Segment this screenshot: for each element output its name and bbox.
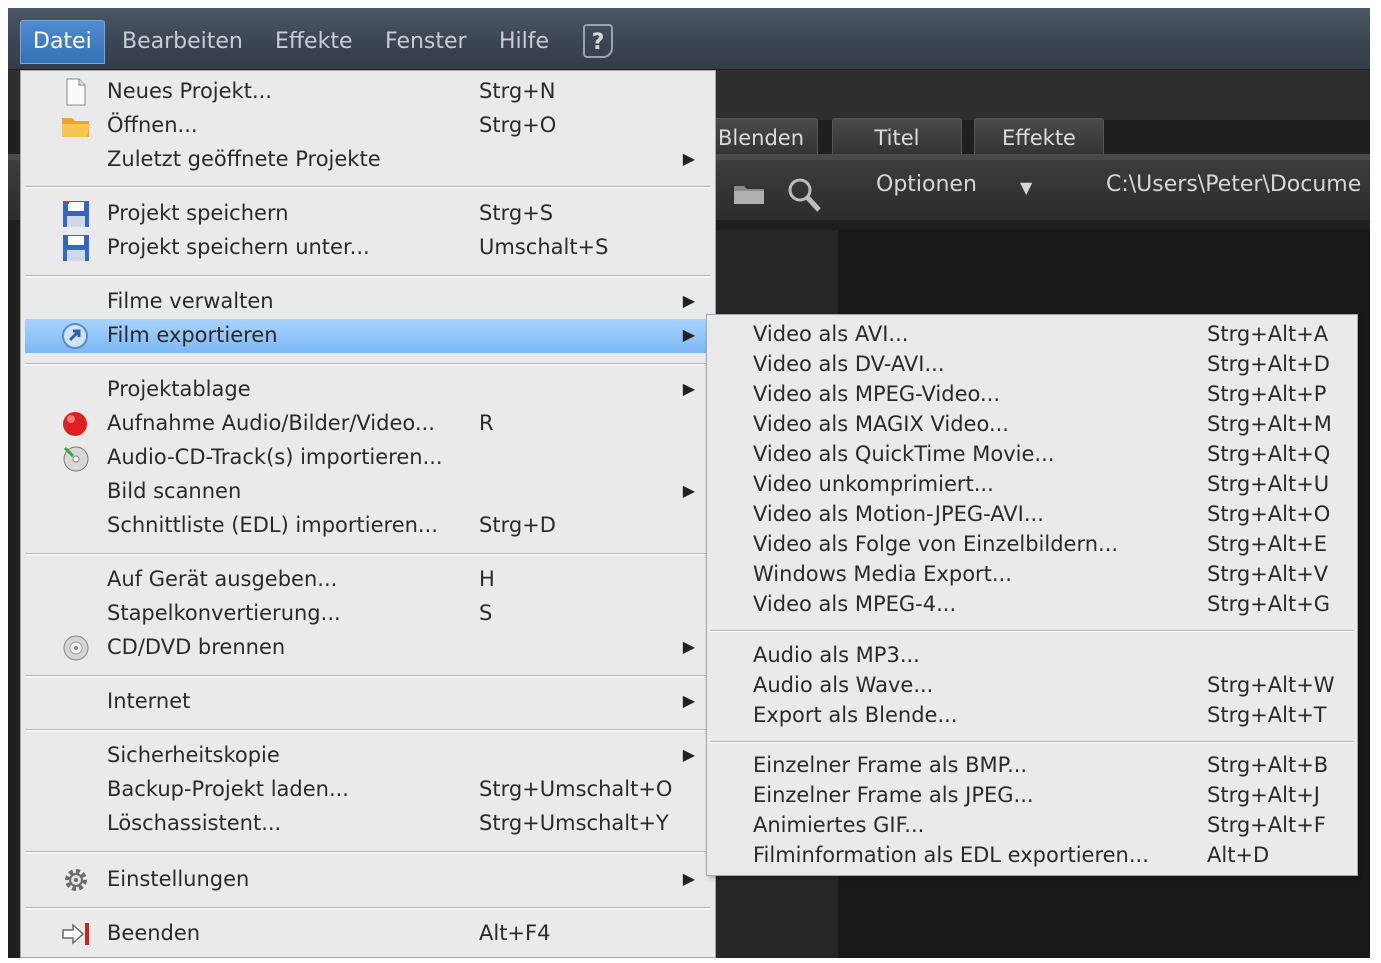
submenu-arrow-icon: ▶ bbox=[682, 869, 695, 888]
submenu-item-windows-media[interactable]: Windows Media Export... Strg+Alt+V bbox=[711, 560, 1353, 590]
menu-item-output-device[interactable]: Auf Gerät ausgeben... H bbox=[25, 563, 711, 597]
record-icon bbox=[61, 410, 91, 438]
exit-icon bbox=[61, 920, 91, 948]
new-document-icon bbox=[61, 78, 91, 106]
submenu-item-export-edl[interactable]: Filminformation als EDL exportieren... A… bbox=[711, 841, 1353, 871]
audio-cd-icon bbox=[61, 444, 91, 472]
menu-item-manage-films[interactable]: Filme verwalten ▶ bbox=[25, 285, 711, 319]
menu-item-save-as[interactable]: Projekt speichern unter... Umschalt+S bbox=[25, 231, 711, 265]
menu-item-scan-image[interactable]: Bild scannen ▶ bbox=[25, 475, 711, 509]
submenu-arrow-icon: ▶ bbox=[682, 481, 695, 500]
menu-separator bbox=[25, 363, 711, 365]
menu-separator bbox=[25, 275, 711, 277]
menu-separator bbox=[711, 741, 1353, 743]
menu-hilfe[interactable]: Hilfe bbox=[487, 20, 561, 64]
save-icon bbox=[61, 200, 91, 228]
submenu-item-export-transition[interactable]: Export als Blende... Strg+Alt+T bbox=[711, 701, 1353, 731]
submenu-item-video-motion-jpeg[interactable]: Video als Motion-JPEG-AVI... Strg+Alt+O bbox=[711, 500, 1353, 530]
tab-blenden[interactable]: Blenden bbox=[704, 118, 818, 156]
folder-icon bbox=[61, 112, 91, 140]
menu-separator bbox=[25, 186, 711, 188]
menu-item-save-project[interactable]: Projekt speichern Strg+S bbox=[25, 197, 711, 231]
submenu-item-frame-bmp[interactable]: Einzelner Frame als BMP... Strg+Alt+B bbox=[711, 751, 1353, 781]
menu-item-import-edl[interactable]: Schnittliste (EDL) importieren... Strg+D bbox=[25, 509, 711, 543]
menu-item-new-project[interactable]: Neues Projekt... Strg+N bbox=[25, 75, 711, 109]
options-button[interactable]: Optionen bbox=[876, 172, 977, 197]
submenu-arrow-icon: ▶ bbox=[682, 149, 695, 168]
submenu-item-video-quicktime[interactable]: Video als QuickTime Movie... Strg+Alt+Q bbox=[711, 440, 1353, 470]
menu-separator bbox=[711, 630, 1353, 632]
menu-separator bbox=[25, 675, 711, 677]
file-menu: Neues Projekt... Strg+N Öffnen... Strg+O… bbox=[20, 70, 716, 958]
submenu-arrow-icon: ▶ bbox=[682, 637, 695, 656]
menu-item-backup[interactable]: Sicherheitskopie ▶ bbox=[25, 739, 711, 773]
search-icon[interactable] bbox=[784, 174, 824, 214]
menu-item-open[interactable]: Öffnen... Strg+O bbox=[25, 109, 711, 143]
menu-item-exit[interactable]: Beenden Alt+F4 bbox=[25, 917, 711, 951]
submenu-arrow-icon: ▶ bbox=[682, 325, 695, 344]
menu-item-import-audio-cd[interactable]: Audio-CD-Track(s) importieren... bbox=[25, 441, 711, 475]
submenu-arrow-icon: ▶ bbox=[682, 691, 695, 710]
menu-separator bbox=[25, 907, 711, 909]
tab-titel[interactable]: Titel bbox=[832, 118, 962, 156]
export-submenu: Video als AVI... Strg+Alt+A Video als DV… bbox=[706, 314, 1358, 876]
submenu-item-video-mpeg4[interactable]: Video als MPEG-4... Strg+Alt+G bbox=[711, 590, 1353, 620]
save-as-icon bbox=[61, 234, 91, 262]
submenu-arrow-icon: ▶ bbox=[682, 745, 695, 764]
chevron-down-icon[interactable]: ▼ bbox=[1020, 178, 1032, 197]
menu-bearbeiten[interactable]: Bearbeiten bbox=[110, 20, 255, 64]
submenu-item-video-avi[interactable]: Video als AVI... Strg+Alt+A bbox=[711, 320, 1353, 350]
menu-item-export-film[interactable]: Film exportieren ▶ bbox=[25, 319, 711, 353]
submenu-item-video-uncompressed[interactable]: Video unkomprimiert... Strg+Alt+U bbox=[711, 470, 1353, 500]
submenu-item-frame-jpeg[interactable]: Einzelner Frame als JPEG... Strg+Alt+J bbox=[711, 781, 1353, 811]
menu-datei[interactable]: Datei bbox=[20, 20, 105, 64]
path-display: C:\Users\Peter\Docume bbox=[1106, 172, 1362, 197]
menu-item-record[interactable]: Aufnahme Audio/Bilder/Video... R bbox=[25, 407, 711, 441]
menu-item-batch-convert[interactable]: Stapelkonvertierung... S bbox=[25, 597, 711, 631]
submenu-item-video-image-sequence[interactable]: Video als Folge von Einzelbildern... Str… bbox=[711, 530, 1353, 560]
disc-icon bbox=[61, 634, 91, 662]
tab-effekte[interactable]: Effekte bbox=[974, 118, 1104, 156]
folder-icon[interactable] bbox=[732, 180, 766, 206]
menu-fenster[interactable]: Fenster bbox=[373, 20, 479, 64]
menu-item-internet[interactable]: Internet ▶ bbox=[25, 685, 711, 719]
submenu-arrow-icon: ▶ bbox=[682, 379, 695, 398]
menu-item-project-storage[interactable]: Projektablage ▶ bbox=[25, 373, 711, 407]
menu-item-burn-disc[interactable]: CD/DVD brennen ▶ bbox=[25, 631, 711, 665]
menu-separator bbox=[25, 729, 711, 731]
submenu-item-audio-wave[interactable]: Audio als Wave... Strg+Alt+W bbox=[711, 671, 1353, 701]
submenu-item-animated-gif[interactable]: Animiertes GIF... Strg+Alt+F bbox=[711, 811, 1353, 841]
menu-item-load-backup[interactable]: Backup-Projekt laden... Strg+Umschalt+O bbox=[25, 773, 711, 807]
menu-item-cleanup-wizard[interactable]: Löschassistent... Strg+Umschalt+Y bbox=[25, 807, 711, 841]
menu-item-recent-projects[interactable]: Zuletzt geöffnete Projekte ▶ bbox=[25, 143, 711, 177]
menu-effekte[interactable]: Effekte bbox=[263, 20, 365, 64]
submenu-item-video-dv-avi[interactable]: Video als DV-AVI... Strg+Alt+D bbox=[711, 350, 1353, 380]
menu-separator bbox=[25, 553, 711, 555]
menu-item-settings[interactable]: Einstellungen ▶ bbox=[25, 863, 711, 897]
menu-separator bbox=[25, 851, 711, 853]
submenu-item-video-magix[interactable]: Video als MAGIX Video... Strg+Alt+M bbox=[711, 410, 1353, 440]
submenu-item-audio-mp3[interactable]: Audio als MP3... bbox=[711, 641, 1353, 671]
export-icon bbox=[61, 322, 91, 350]
gear-icon bbox=[61, 866, 91, 894]
submenu-item-video-mpeg[interactable]: Video als MPEG-Video... Strg+Alt+P bbox=[711, 380, 1353, 410]
help-icon[interactable]: ? bbox=[583, 24, 613, 58]
menu-bar: Datei Bearbeiten Effekte Fenster Hilfe ? bbox=[8, 8, 1370, 70]
submenu-arrow-icon: ▶ bbox=[682, 291, 695, 310]
